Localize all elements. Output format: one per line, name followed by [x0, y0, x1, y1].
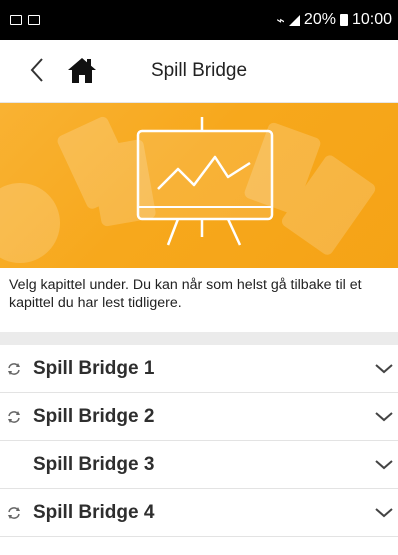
back-button[interactable] [20, 50, 54, 90]
signal-icon [288, 14, 300, 26]
chapter-label: Spill Bridge 2 [33, 405, 155, 427]
chapter-item-4[interactable]: Spill Bridge 4 [0, 489, 398, 537]
sync-icon [8, 507, 20, 519]
app-screen: ⌁ 20% 10:00 Spill Bridge Velg kapittel u… [0, 0, 398, 555]
chapter-list: Spill Bridge 1 Spill Bridge 2 Spill Brid… [0, 345, 398, 537]
presentation-chart-icon [0, 116, 376, 263]
home-button[interactable] [64, 52, 100, 88]
section-divider [0, 332, 398, 345]
top-app-bar: Spill Bridge [0, 40, 398, 103]
chevron-down-icon[interactable] [374, 359, 394, 379]
battery-percent: 20% [303, 11, 336, 28]
chevron-down-icon[interactable] [374, 455, 394, 475]
chevron-left-icon [30, 58, 43, 82]
chapter-item-1[interactable]: Spill Bridge 1 [0, 345, 398, 393]
chapter-item-3[interactable]: Spill Bridge 3 [0, 441, 398, 489]
chapter-banner [0, 103, 398, 268]
mail-notification-icon [28, 15, 40, 25]
wifi-icon: ⌁ [276, 11, 285, 28]
chapter-label: Spill Bridge 1 [33, 357, 155, 379]
chevron-down-icon[interactable] [374, 503, 394, 523]
status-bar: ⌁ 20% 10:00 [0, 0, 398, 40]
chapter-label: Spill Bridge 3 [33, 453, 155, 475]
chapter-label: Spill Bridge 4 [33, 501, 155, 523]
sync-icon [8, 411, 20, 423]
clock: 10:00 [351, 11, 392, 28]
battery-icon [339, 14, 348, 26]
page-title: Spill Bridge [150, 60, 248, 81]
intro-text: Velg kapittel under. Du kan når som hels… [9, 277, 362, 311]
image-notification-icon [10, 15, 22, 25]
sync-icon [8, 363, 20, 375]
chevron-down-icon[interactable] [374, 407, 394, 427]
home-icon [68, 58, 96, 83]
chapter-item-2[interactable]: Spill Bridge 2 [0, 393, 398, 441]
